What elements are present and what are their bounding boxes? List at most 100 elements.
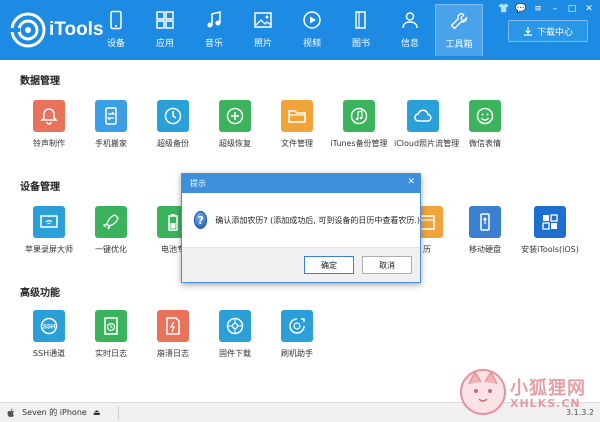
window-controls: 👕 💬 ≡ – □ ✕ — [497, 3, 596, 15]
tile-label: 安装iTools(iOS) — [521, 245, 579, 254]
flash-icon — [289, 318, 305, 334]
eject-icon[interactable]: ⏏ — [93, 408, 101, 417]
tile-firmware[interactable]: 固件下载 — [206, 310, 264, 359]
wrench-icon — [450, 12, 468, 30]
device-name[interactable]: Seven 的 iPhone — [22, 407, 87, 418]
section-title-data: 数据管理 — [20, 76, 60, 87]
tile-flash-helper[interactable]: 刷机助手 — [268, 310, 326, 359]
tile-ringtone[interactable]: 铃声制作 — [20, 100, 78, 149]
dialog-message: 确认添加农历? (添加成功后, 可到设备的日历中查看农历.) — [215, 215, 420, 225]
maximize-icon[interactable]: □ — [565, 3, 579, 15]
tile-label: 铃声制作 — [33, 139, 65, 148]
minimize-icon[interactable]: – — [548, 3, 562, 15]
photo-icon — [254, 12, 272, 28]
tile-icon-box — [281, 310, 313, 342]
tile-icon-box — [469, 100, 501, 132]
tile-super-restore[interactable]: 超级恢复 — [206, 100, 264, 149]
confirm-dialog: 提示 ✕ ? 确认添加农历? (添加成功后, 可到设备的日历中查看农历.) 确定… — [181, 173, 421, 283]
tile-icon-box — [95, 206, 127, 238]
nav-device[interactable]: 设备 — [92, 4, 140, 56]
tile-label: 实时日志 — [95, 349, 127, 358]
music-icon — [207, 11, 221, 28]
download-icon — [523, 27, 532, 36]
tile-usb-drive[interactable]: 移动硬盘 — [456, 206, 514, 255]
tile-itunes-backup[interactable]: iTunes备份管理 — [330, 100, 388, 149]
nav-music[interactable]: 音乐 — [190, 4, 238, 56]
ok-button[interactable]: 确定 — [304, 256, 354, 274]
nav-apps[interactable]: 应用 — [141, 4, 189, 56]
status-divider — [118, 406, 119, 420]
nav-label: 照片 — [253, 39, 272, 49]
tile-icon-box — [157, 310, 189, 342]
tile-install-itools[interactable]: 安装iTools(iOS) — [518, 206, 582, 255]
video-icon — [303, 11, 321, 29]
tile-realtime-log[interactable]: 实时日志 — [82, 310, 140, 359]
tile-icon-box — [33, 206, 65, 238]
person-icon — [402, 12, 418, 29]
tile-crash-log[interactable]: 崩溃日志 — [144, 310, 202, 359]
tile-optimize[interactable]: 一键优化 — [82, 206, 140, 255]
cloud-icon — [414, 109, 432, 122]
download-center-label: 下载中心 — [536, 27, 573, 38]
nav-label: 视频 — [302, 39, 321, 49]
close-icon[interactable]: ✕ — [582, 3, 596, 15]
dialog-body: ? 确认添加农历? (添加成功后, 可到设备的日历中查看农历.) — [182, 193, 420, 247]
tile-icloud-photos[interactable]: iCloud照片流管理 — [394, 100, 459, 149]
tile-icon-box — [95, 100, 127, 132]
bell-icon — [40, 108, 58, 125]
tile-icon-box — [343, 100, 375, 132]
tile-label: 手机搬家 — [95, 139, 127, 148]
cancel-button[interactable]: 取消 — [362, 256, 412, 274]
tile-icon-box — [281, 100, 313, 132]
itools-ios-icon — [542, 214, 558, 230]
main-nav: 设备 应用 音乐 照片 视频 图书 信息 工具箱 — [92, 0, 484, 60]
tile-icon-box — [157, 100, 189, 132]
chat-icon[interactable]: 💬 — [514, 3, 528, 15]
watermark-url: XHLKS.CN — [510, 397, 581, 410]
tile-wechat-emoji[interactable]: 微信表情 — [456, 100, 514, 149]
tile-screen-record[interactable]: 苹果录屏大师 — [20, 206, 78, 255]
tile-icon-box — [469, 206, 501, 238]
tile-super-backup[interactable]: 超级备份 — [144, 100, 202, 149]
tile-label: 文件管理 — [281, 139, 313, 148]
skin-icon[interactable]: 👕 — [497, 3, 511, 15]
gear-icon — [226, 317, 244, 335]
phone-icon — [110, 10, 122, 30]
restore-icon — [226, 107, 244, 125]
tile-label: 刷机助手 — [281, 349, 313, 358]
itunes-backup-icon — [350, 107, 368, 125]
tile-icon-box — [33, 100, 65, 132]
tile-phone-transfer[interactable]: 手机搬家 — [82, 100, 140, 149]
usb-drive-icon — [480, 213, 490, 231]
menu-icon[interactable]: ≡ — [531, 3, 545, 15]
tile-label: 超级备份 — [157, 139, 189, 148]
rocket-icon — [102, 214, 119, 230]
nav-photos[interactable]: 照片 — [239, 4, 287, 56]
section-title-advanced: 高级功能 — [20, 288, 60, 299]
dialog-title: 提示 — [190, 179, 206, 188]
crash-log-icon — [166, 317, 180, 335]
nav-video[interactable]: 视频 — [288, 4, 336, 56]
apps-icon — [156, 11, 174, 29]
tile-label: 固件下载 — [219, 349, 251, 358]
nav-info[interactable]: 信息 — [386, 4, 434, 56]
nav-toolbox[interactable]: 工具箱 — [435, 4, 483, 56]
dialog-title-bar: 提示 ✕ — [182, 174, 420, 193]
nav-label: 信息 — [400, 39, 419, 49]
tile-file-manager[interactable]: 文件管理 — [268, 100, 326, 149]
top-header: iTools 设备 应用 音乐 照片 视频 图书 信息 工具箱 下载中心 👕 💬… — [0, 0, 600, 60]
tile-label: 超级恢复 — [219, 139, 251, 148]
nav-label: 音乐 — [204, 39, 223, 49]
dialog-close-icon[interactable]: ✕ — [407, 177, 415, 187]
nav-label: 工具箱 — [445, 40, 473, 50]
tile-ssh[interactable]: SSH SSH通道 — [20, 310, 78, 359]
tile-icon-box — [407, 100, 439, 132]
tile-label: 移动硬盘 — [469, 245, 501, 254]
book-icon — [355, 11, 366, 29]
apple-icon — [7, 408, 14, 417]
tile-label: 一键优化 — [95, 245, 127, 254]
nav-books[interactable]: 图书 — [337, 4, 385, 56]
itools-logo-icon — [10, 12, 46, 48]
folder-icon — [288, 110, 306, 123]
download-center-button[interactable]: 下载中心 — [508, 20, 588, 42]
